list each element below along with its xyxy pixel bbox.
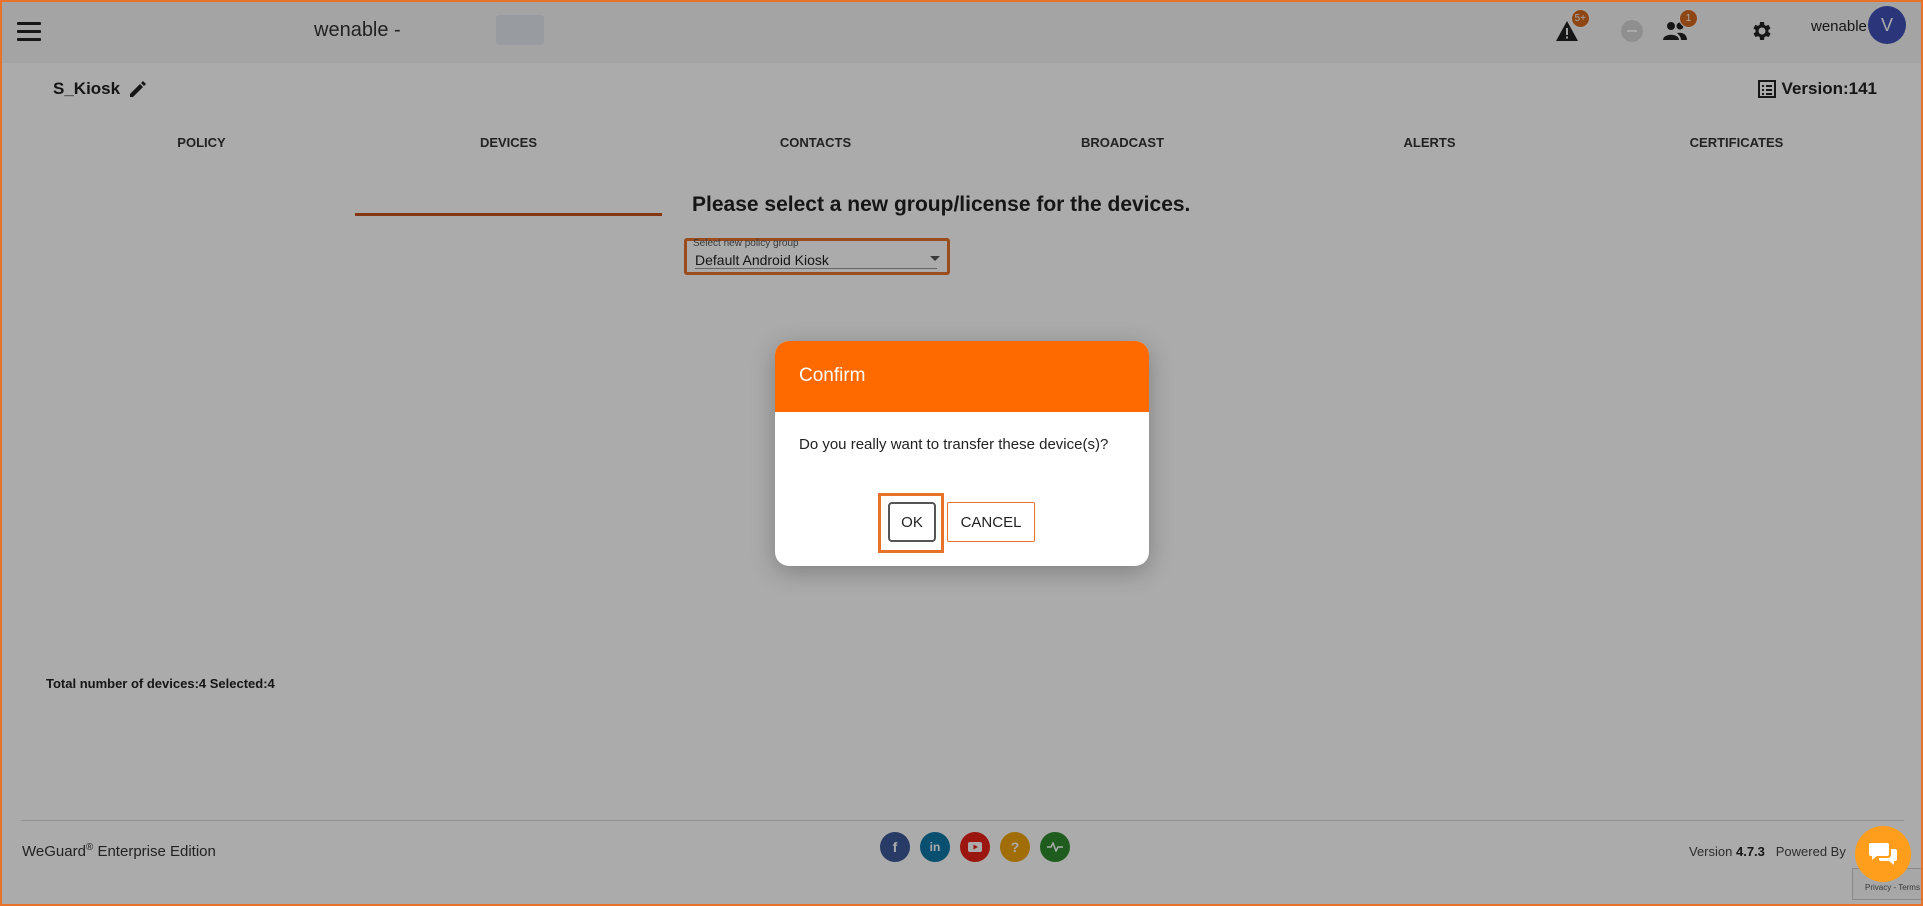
dialog-title: Confirm <box>775 341 1149 412</box>
dialog-message: Do you really want to transfer these dev… <box>799 436 1109 453</box>
confirm-dialog: Confirm Do you really want to transfer t… <box>775 341 1149 566</box>
cancel-button[interactable]: CANCEL <box>947 502 1035 542</box>
chat-button[interactable] <box>1855 826 1911 882</box>
chat-icon <box>1869 843 1897 865</box>
ok-button[interactable]: OK <box>888 502 936 542</box>
